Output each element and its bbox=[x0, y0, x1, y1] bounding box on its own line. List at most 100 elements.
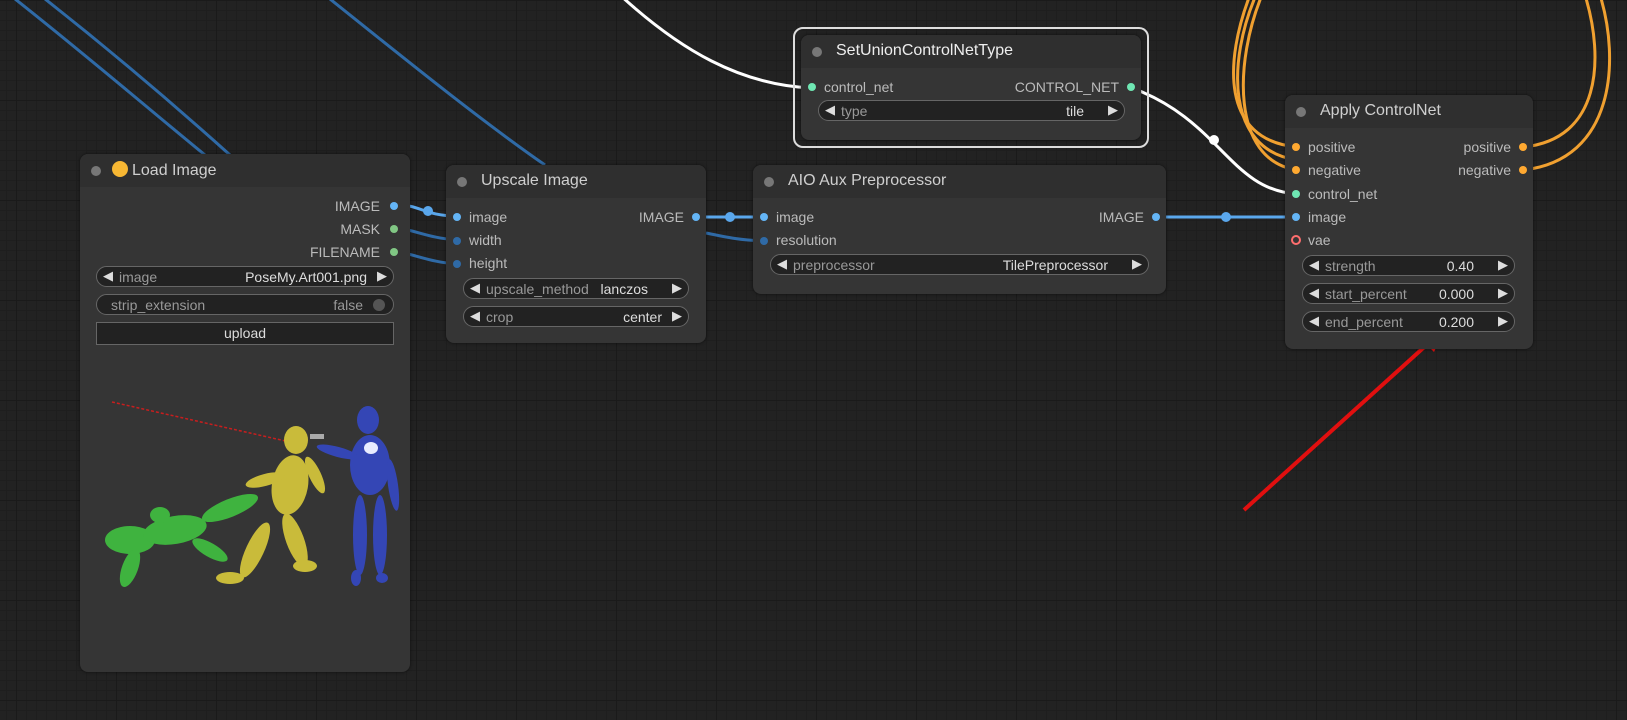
output-image-label: IMAGE bbox=[638, 209, 684, 225]
increment-arrow-icon[interactable]: ▶ bbox=[1132, 256, 1142, 272]
output-image-label: IMAGE bbox=[1098, 209, 1144, 225]
strip-extension-toggle[interactable]: strip_extension false bbox=[96, 294, 394, 315]
widget-label: type bbox=[841, 103, 868, 119]
widget-label: strength bbox=[1325, 258, 1376, 274]
output-positive-pin[interactable] bbox=[1519, 143, 1527, 151]
collapse-dot-icon[interactable] bbox=[91, 166, 101, 176]
output-image-pin[interactable] bbox=[390, 202, 398, 210]
image-combo[interactable]: ◀ image PoseMy.Art001.png ▶ bbox=[96, 266, 394, 287]
link-midpoint bbox=[423, 206, 433, 216]
output-negative-label: negative bbox=[1458, 162, 1511, 178]
widget-value: PoseMy.Art001.png bbox=[245, 269, 367, 285]
increment-arrow-icon[interactable]: ▶ bbox=[1108, 102, 1118, 118]
decrement-arrow-icon[interactable]: ◀ bbox=[1309, 257, 1319, 273]
widget-value: TilePreprocessor bbox=[1002, 257, 1108, 273]
node-title-bar[interactable]: Upscale Image bbox=[446, 165, 706, 198]
collapse-dot-icon[interactable] bbox=[1296, 107, 1306, 117]
upscale-method-combo[interactable]: ◀ upscale_method lanczos ▶ bbox=[463, 278, 689, 299]
input-image-pin[interactable] bbox=[1292, 213, 1300, 221]
collapse-dot-icon[interactable] bbox=[812, 47, 822, 57]
aio-aux-preprocessor-node[interactable]: AIO Aux Preprocessor image resolution IM… bbox=[753, 165, 1166, 294]
increment-arrow-icon[interactable]: ▶ bbox=[1498, 285, 1508, 301]
node-title-bar[interactable]: Load Image bbox=[80, 154, 410, 187]
link-positive-out bbox=[1522, 0, 1597, 149]
widget-value: center bbox=[623, 309, 662, 325]
output-control-net-pin[interactable] bbox=[1127, 83, 1135, 91]
input-negative-pin[interactable] bbox=[1292, 166, 1300, 174]
crop-combo[interactable]: ◀ crop center ▶ bbox=[463, 306, 689, 327]
widget-label: preprocessor bbox=[793, 257, 875, 273]
node-title: AIO Aux Preprocessor bbox=[788, 172, 947, 189]
input-resolution-pin[interactable] bbox=[760, 237, 768, 245]
decrement-arrow-icon[interactable]: ◀ bbox=[1309, 313, 1319, 329]
widget-value: tile bbox=[1066, 103, 1084, 119]
widget-value: lanczos bbox=[600, 281, 648, 297]
collapse-dot-icon[interactable] bbox=[457, 177, 467, 187]
widget-label: strip_extension bbox=[111, 297, 206, 313]
input-width-label: width bbox=[469, 232, 502, 248]
link-image-top-3 bbox=[328, 0, 546, 167]
input-height-pin[interactable] bbox=[453, 260, 461, 268]
link-midpoint bbox=[1209, 135, 1219, 145]
node-title: Apply ControlNet bbox=[1320, 102, 1441, 119]
link-image-top-2 bbox=[43, 0, 232, 157]
load-image-node[interactable]: Load Image IMAGE MASK FILENAME ◀ image P… bbox=[80, 154, 410, 672]
output-image-pin[interactable] bbox=[1152, 213, 1160, 221]
node-title: Upscale Image bbox=[481, 172, 588, 189]
start-percent-number[interactable]: ◀ start_percent 0.000 ▶ bbox=[1302, 283, 1515, 304]
input-height-label: height bbox=[469, 255, 508, 271]
widget-label: crop bbox=[486, 309, 514, 325]
output-filename-pin[interactable] bbox=[390, 248, 398, 256]
decrement-arrow-icon[interactable]: ◀ bbox=[777, 256, 787, 272]
increment-arrow-icon[interactable]: ▶ bbox=[672, 280, 682, 296]
output-negative-pin[interactable] bbox=[1519, 166, 1527, 174]
output-image-pin[interactable] bbox=[692, 213, 700, 221]
decrement-arrow-icon[interactable]: ◀ bbox=[825, 102, 835, 118]
increment-arrow-icon[interactable]: ▶ bbox=[672, 308, 682, 324]
input-negative-label: negative bbox=[1308, 162, 1361, 178]
link-midpoint bbox=[1221, 212, 1231, 222]
upscale-image-node[interactable]: Upscale Image image width height IMAGE ◀… bbox=[446, 165, 706, 343]
widget-label: upscale_method bbox=[486, 281, 589, 297]
end-percent-number[interactable]: ◀ end_percent 0.200 ▶ bbox=[1302, 311, 1515, 332]
input-control-net-pin[interactable] bbox=[1292, 190, 1300, 198]
preprocessor-combo[interactable]: ◀ preprocessor TilePreprocessor ▶ bbox=[770, 254, 1149, 275]
apply-controlnet-node[interactable]: Apply ControlNet positive negative contr… bbox=[1285, 95, 1533, 349]
widget-value: 0.200 bbox=[1438, 314, 1474, 330]
input-image-pin[interactable] bbox=[760, 213, 768, 221]
strength-number[interactable]: ◀ strength 0.40 ▶ bbox=[1302, 255, 1515, 276]
annotation-arrow-line bbox=[1242, 338, 1434, 512]
set-union-controlnet-type-node[interactable]: SetUnionControlNetType control_net CONTR… bbox=[801, 35, 1141, 140]
input-vae-label: vae bbox=[1308, 232, 1331, 248]
increment-arrow-icon[interactable]: ▶ bbox=[1498, 257, 1508, 273]
type-combo[interactable]: ◀ type tile ▶ bbox=[818, 100, 1125, 121]
increment-arrow-icon[interactable]: ▶ bbox=[1498, 313, 1508, 329]
input-control-net-label: control_net bbox=[824, 79, 894, 95]
input-image-label: image bbox=[776, 209, 815, 225]
widget-label: end_percent bbox=[1325, 314, 1403, 330]
widget-value: false bbox=[333, 297, 363, 313]
decrement-arrow-icon[interactable]: ◀ bbox=[103, 268, 113, 284]
node-title-bar[interactable]: Apply ControlNet bbox=[1285, 95, 1533, 128]
output-filename-label: FILENAME bbox=[309, 244, 380, 260]
increment-arrow-icon[interactable]: ▶ bbox=[377, 268, 387, 284]
input-image-pin[interactable] bbox=[453, 213, 461, 221]
output-positive-label: positive bbox=[1463, 139, 1511, 155]
decrement-arrow-icon[interactable]: ◀ bbox=[470, 280, 480, 296]
widget-value: 0.40 bbox=[1446, 258, 1474, 274]
node-title-bar[interactable]: SetUnionControlNetType bbox=[801, 35, 1141, 68]
node-title-bar[interactable]: AIO Aux Preprocessor bbox=[753, 165, 1166, 198]
decrement-arrow-icon[interactable]: ◀ bbox=[1309, 285, 1319, 301]
input-control-net-label: control_net bbox=[1308, 186, 1378, 202]
output-mask-pin[interactable] bbox=[390, 225, 398, 233]
input-resolution-label: resolution bbox=[776, 232, 837, 248]
input-vae-pin[interactable] bbox=[1291, 235, 1301, 245]
input-control-net-pin[interactable] bbox=[808, 83, 816, 91]
collapse-dot-icon[interactable] bbox=[764, 177, 774, 187]
toggle-knob-icon[interactable] bbox=[373, 299, 385, 311]
upload-button[interactable]: upload bbox=[96, 322, 394, 345]
input-positive-pin[interactable] bbox=[1292, 143, 1300, 151]
output-image-label: IMAGE bbox=[334, 198, 380, 214]
input-width-pin[interactable] bbox=[453, 237, 461, 245]
decrement-arrow-icon[interactable]: ◀ bbox=[470, 308, 480, 324]
